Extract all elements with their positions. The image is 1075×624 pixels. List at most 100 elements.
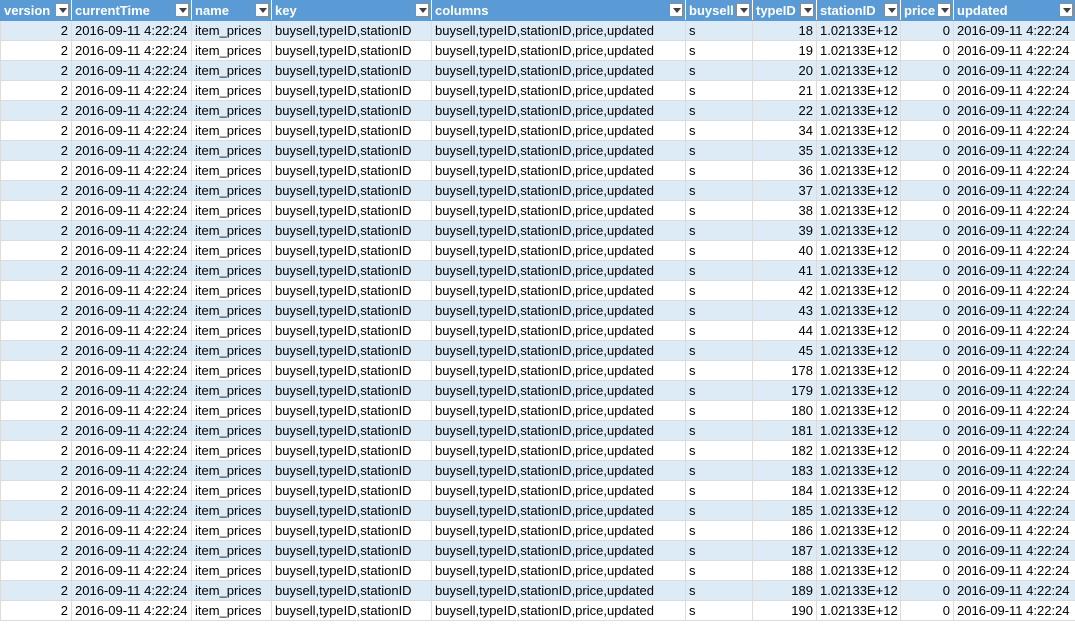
cell-version[interactable]: 2 bbox=[0, 140, 72, 161]
cell-current-time[interactable]: 2016-09-11 4:22:24 bbox=[71, 360, 192, 381]
cell-name[interactable]: item_prices bbox=[191, 540, 272, 561]
cell-columns[interactable]: buysell,typeID,stationID,price,updated bbox=[431, 440, 686, 461]
cell-type-id[interactable]: 34 bbox=[752, 120, 817, 141]
cell-station-id[interactable]: 1.02133E+12 bbox=[816, 240, 901, 261]
cell-current-time[interactable]: 2016-09-11 4:22:24 bbox=[71, 420, 192, 441]
filter-dropdown-icon[interactable] bbox=[415, 3, 429, 17]
cell-version[interactable]: 2 bbox=[0, 320, 72, 341]
cell-price[interactable]: 0 bbox=[900, 600, 954, 621]
cell-station-id[interactable]: 1.02133E+12 bbox=[816, 580, 901, 601]
cell-updated[interactable]: 2016-09-11 4:22:24 bbox=[953, 160, 1075, 181]
cell-type-id[interactable]: 179 bbox=[752, 380, 817, 401]
cell-price[interactable]: 0 bbox=[900, 460, 954, 481]
cell-columns[interactable]: buysell,typeID,stationID,price,updated bbox=[431, 320, 686, 341]
cell-current-time[interactable]: 2016-09-11 4:22:24 bbox=[71, 400, 192, 421]
cell-current-time[interactable]: 2016-09-11 4:22:24 bbox=[71, 160, 192, 181]
cell-name[interactable]: item_prices bbox=[191, 440, 272, 461]
cell-price[interactable]: 0 bbox=[900, 440, 954, 461]
cell-buysell[interactable]: s bbox=[685, 20, 753, 41]
cell-key[interactable]: buysell,typeID,stationID bbox=[271, 100, 432, 121]
cell-key[interactable]: buysell,typeID,stationID bbox=[271, 380, 432, 401]
cell-key[interactable]: buysell,typeID,stationID bbox=[271, 300, 432, 321]
cell-key[interactable]: buysell,typeID,stationID bbox=[271, 540, 432, 561]
cell-price[interactable]: 0 bbox=[900, 60, 954, 81]
cell-station-id[interactable]: 1.02133E+12 bbox=[816, 380, 901, 401]
cell-buysell[interactable]: s bbox=[685, 560, 753, 581]
filter-dropdown-icon[interactable] bbox=[884, 3, 898, 17]
cell-current-time[interactable]: 2016-09-11 4:22:24 bbox=[71, 600, 192, 621]
column-header-buysell[interactable]: buysell bbox=[685, 0, 753, 21]
cell-station-id[interactable]: 1.02133E+12 bbox=[816, 80, 901, 101]
cell-key[interactable]: buysell,typeID,stationID bbox=[271, 60, 432, 81]
cell-type-id[interactable]: 183 bbox=[752, 460, 817, 481]
cell-version[interactable]: 2 bbox=[0, 260, 72, 281]
cell-version[interactable]: 2 bbox=[0, 500, 72, 521]
cell-price[interactable]: 0 bbox=[900, 160, 954, 181]
cell-type-id[interactable]: 20 bbox=[752, 60, 817, 81]
cell-updated[interactable]: 2016-09-11 4:22:24 bbox=[953, 100, 1075, 121]
cell-name[interactable]: item_prices bbox=[191, 380, 272, 401]
cell-station-id[interactable]: 1.02133E+12 bbox=[816, 120, 901, 141]
cell-type-id[interactable]: 22 bbox=[752, 100, 817, 121]
cell-key[interactable]: buysell,typeID,stationID bbox=[271, 600, 432, 621]
cell-key[interactable]: buysell,typeID,stationID bbox=[271, 140, 432, 161]
cell-price[interactable]: 0 bbox=[900, 140, 954, 161]
cell-current-time[interactable]: 2016-09-11 4:22:24 bbox=[71, 260, 192, 281]
cell-current-time[interactable]: 2016-09-11 4:22:24 bbox=[71, 320, 192, 341]
cell-price[interactable]: 0 bbox=[900, 380, 954, 401]
cell-buysell[interactable]: s bbox=[685, 340, 753, 361]
cell-version[interactable]: 2 bbox=[0, 380, 72, 401]
cell-name[interactable]: item_prices bbox=[191, 180, 272, 201]
cell-key[interactable]: buysell,typeID,stationID bbox=[271, 500, 432, 521]
cell-version[interactable]: 2 bbox=[0, 120, 72, 141]
cell-version[interactable]: 2 bbox=[0, 20, 72, 41]
cell-station-id[interactable]: 1.02133E+12 bbox=[816, 360, 901, 381]
cell-version[interactable]: 2 bbox=[0, 400, 72, 421]
cell-updated[interactable]: 2016-09-11 4:22:24 bbox=[953, 20, 1075, 41]
cell-type-id[interactable]: 190 bbox=[752, 600, 817, 621]
filter-dropdown-icon[interactable] bbox=[175, 3, 189, 17]
cell-updated[interactable]: 2016-09-11 4:22:24 bbox=[953, 200, 1075, 221]
cell-name[interactable]: item_prices bbox=[191, 60, 272, 81]
cell-current-time[interactable]: 2016-09-11 4:22:24 bbox=[71, 580, 192, 601]
cell-columns[interactable]: buysell,typeID,stationID,price,updated bbox=[431, 520, 686, 541]
cell-updated[interactable]: 2016-09-11 4:22:24 bbox=[953, 540, 1075, 561]
cell-type-id[interactable]: 42 bbox=[752, 280, 817, 301]
cell-type-id[interactable]: 182 bbox=[752, 440, 817, 461]
cell-buysell[interactable]: s bbox=[685, 240, 753, 261]
cell-type-id[interactable]: 40 bbox=[752, 240, 817, 261]
filter-dropdown-icon[interactable] bbox=[255, 3, 269, 17]
cell-type-id[interactable]: 39 bbox=[752, 220, 817, 241]
cell-price[interactable]: 0 bbox=[900, 280, 954, 301]
cell-type-id[interactable]: 184 bbox=[752, 480, 817, 501]
cell-buysell[interactable]: s bbox=[685, 580, 753, 601]
cell-key[interactable]: buysell,typeID,stationID bbox=[271, 340, 432, 361]
cell-current-time[interactable]: 2016-09-11 4:22:24 bbox=[71, 380, 192, 401]
cell-columns[interactable]: buysell,typeID,stationID,price,updated bbox=[431, 240, 686, 261]
cell-version[interactable]: 2 bbox=[0, 240, 72, 261]
cell-columns[interactable]: buysell,typeID,stationID,price,updated bbox=[431, 160, 686, 181]
cell-updated[interactable]: 2016-09-11 4:22:24 bbox=[953, 40, 1075, 61]
cell-type-id[interactable]: 37 bbox=[752, 180, 817, 201]
cell-name[interactable]: item_prices bbox=[191, 580, 272, 601]
cell-key[interactable]: buysell,typeID,stationID bbox=[271, 360, 432, 381]
cell-station-id[interactable]: 1.02133E+12 bbox=[816, 220, 901, 241]
cell-price[interactable]: 0 bbox=[900, 40, 954, 61]
cell-station-id[interactable]: 1.02133E+12 bbox=[816, 540, 901, 561]
cell-type-id[interactable]: 19 bbox=[752, 40, 817, 61]
cell-buysell[interactable]: s bbox=[685, 120, 753, 141]
column-header-version[interactable]: version bbox=[0, 0, 72, 21]
cell-current-time[interactable]: 2016-09-11 4:22:24 bbox=[71, 460, 192, 481]
cell-buysell[interactable]: s bbox=[685, 420, 753, 441]
cell-name[interactable]: item_prices bbox=[191, 140, 272, 161]
cell-key[interactable]: buysell,typeID,stationID bbox=[271, 320, 432, 341]
cell-version[interactable]: 2 bbox=[0, 560, 72, 581]
cell-price[interactable]: 0 bbox=[900, 20, 954, 41]
cell-columns[interactable]: buysell,typeID,stationID,price,updated bbox=[431, 140, 686, 161]
cell-name[interactable]: item_prices bbox=[191, 200, 272, 221]
cell-station-id[interactable]: 1.02133E+12 bbox=[816, 320, 901, 341]
cell-current-time[interactable]: 2016-09-11 4:22:24 bbox=[71, 20, 192, 41]
cell-station-id[interactable]: 1.02133E+12 bbox=[816, 180, 901, 201]
cell-station-id[interactable]: 1.02133E+12 bbox=[816, 100, 901, 121]
cell-type-id[interactable]: 43 bbox=[752, 300, 817, 321]
